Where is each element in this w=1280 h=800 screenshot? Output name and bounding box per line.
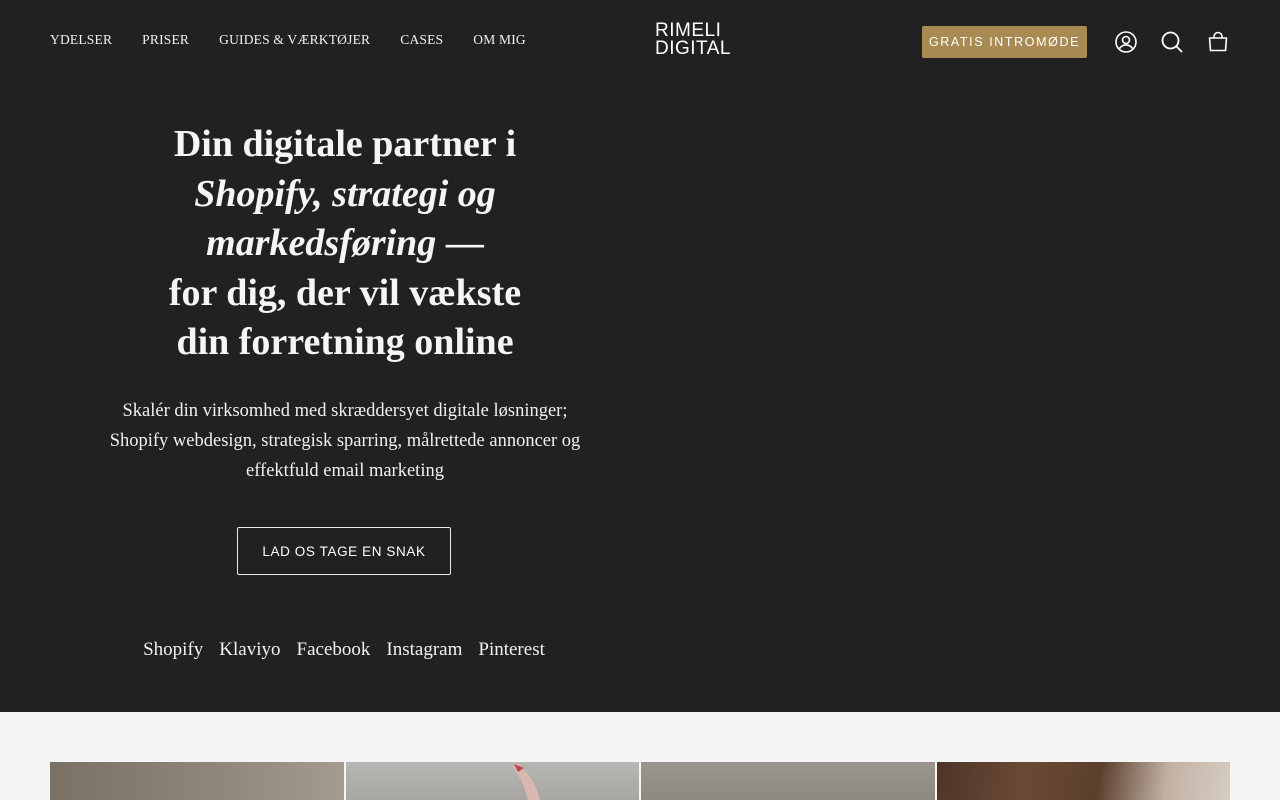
tool-klaviyo: Klaviyo [219,639,281,660]
portfolio-image-2[interactable] [346,762,639,800]
main-nav: YDELSER PRISER GUIDES & VÆRKTØJER CASES … [50,32,526,48]
tool-instagram: Instagram [386,639,463,660]
portfolio-image-1[interactable] [50,762,344,800]
nav-item-guides[interactable]: GUIDES & VÆRKTØJER [219,32,370,48]
cart-icon[interactable] [1206,30,1230,54]
hero-title-emphasis-2: markedsføring [206,222,437,264]
hero-subtitle: Skalér din virksomhed med skræddersyet d… [109,401,581,481]
tool-pinterest: Pinterest [478,639,545,660]
nav-item-om-mig[interactable]: OM MIG [473,32,526,48]
portfolio-image-3[interactable] [641,762,935,800]
nav-item-ydelser[interactable]: YDELSER [50,32,112,48]
nav-item-cases[interactable]: CASES [400,32,443,48]
hero-title-dash: — [436,222,484,264]
site-header: YDELSER PRISER GUIDES & VÆRKTØJER CASES … [0,0,1280,84]
intro-meeting-button[interactable]: GRATIS INTROMØDE [922,26,1087,58]
tool-facebook: Facebook [296,639,371,660]
hero-title-emphasis-1: Shopify, strategi og [194,172,496,215]
tools-list: Shopify Klaviyo Facebook Instagram Pinte… [0,639,688,661]
hero-title-line-5: din forretning online [176,321,514,363]
logo-line-2: DIGITAL [655,38,731,59]
hero-title: Din digitale partner i Shopify, strategi… [110,120,580,368]
hero-title-line-4: for dig, der vil vækste [168,271,522,314]
nav-item-priser[interactable]: PRISER [142,32,189,48]
account-icon[interactable] [1114,30,1138,54]
contact-button[interactable]: LAD OS TAGE EN SNAK [237,527,451,575]
tool-shopify: Shopify [143,639,204,660]
portfolio-image-4[interactable] [937,762,1230,800]
hero-title-line-1: Din digitale partner i [173,123,517,165]
portfolio-section [0,712,1280,800]
site-logo[interactable]: RIMELI DIGITAL [655,21,745,59]
search-icon[interactable] [1160,30,1184,54]
